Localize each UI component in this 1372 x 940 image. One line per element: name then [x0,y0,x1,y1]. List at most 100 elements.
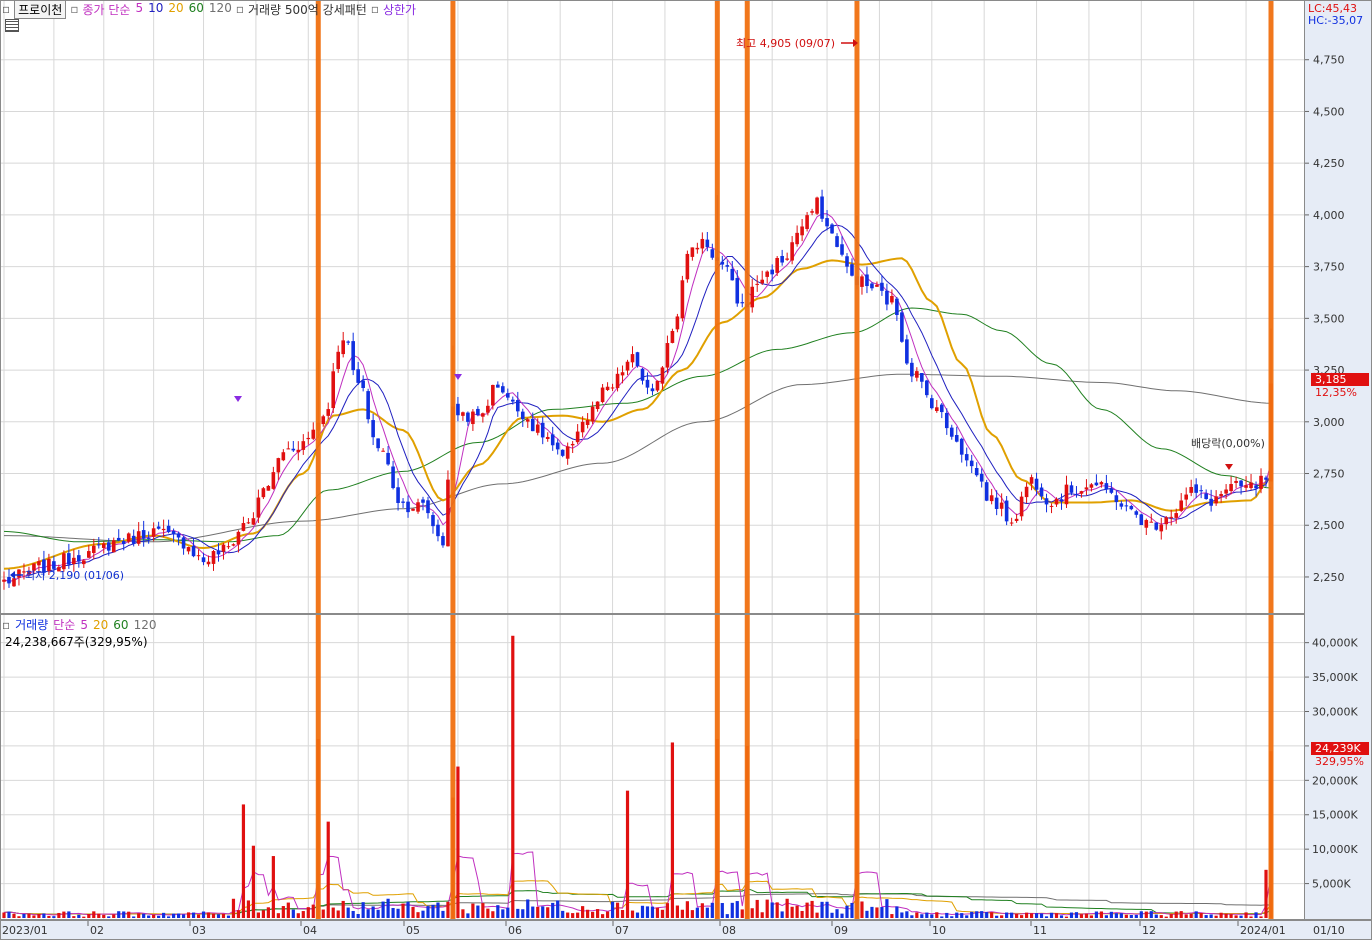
candle-body [735,278,740,304]
ma-legend-item[interactable]: 120 [209,1,232,18]
volume-bar [725,914,729,918]
candle-body [196,555,201,557]
candle-body [1259,475,1263,489]
volume-bar [1069,912,1074,918]
volume-bar [1089,915,1094,918]
ma-legend-item[interactable]: 5 [135,1,143,18]
instrument-name[interactable]: 프로이천 [14,0,67,19]
ma-legend-item[interactable]: 20 [168,1,183,18]
candle-body [1219,494,1223,497]
candle-body [974,468,979,476]
volume-bar [680,909,684,918]
volume-bar [261,910,265,918]
stock-chart[interactable]: 2,2502,5002,7503,0003,2503,5003,7504,000… [0,0,1372,940]
volume-bar [501,909,505,918]
volume-bar [720,903,724,918]
candle-body [555,442,560,450]
volume-bar [980,911,984,918]
volume-bar [32,915,36,918]
volume-bar [37,913,41,918]
volume-bar [47,915,51,918]
volume-bar [1049,912,1054,918]
candle-body [411,508,415,511]
volume-bar [186,912,191,918]
candle-body [760,279,765,284]
signal-bar [714,1,720,919]
volume-bar [536,906,540,918]
candle-body [1094,482,1099,486]
candle-body [895,298,899,315]
date-tick-label: 01/10 [1313,924,1345,937]
price-tick-label: 2,500 [1313,519,1345,532]
candle-body [366,391,370,420]
volume-ma-legend-item[interactable]: 60 [113,618,128,632]
volume-bar [406,901,410,918]
svg-text:최저 2,190 (01/06): 최저 2,190 (01/06) [25,569,124,582]
date-tick-label: 05 [406,924,420,937]
volume-bar [1189,913,1193,918]
volume-bar [1174,911,1178,918]
candle-body [296,449,301,453]
volume-bar [1159,915,1163,918]
candle-body [600,387,605,403]
volume-bar [476,905,480,918]
volume-bar [790,906,794,918]
candle-body [675,316,680,330]
candle-body [1149,521,1154,523]
volume-bar [840,913,844,918]
volume-bar [860,901,864,918]
ma-legend-item[interactable]: 60 [189,1,204,18]
volume-bar [1019,915,1024,918]
ma-legend[interactable]: 종가 단순 5 10 20 60 120 [82,1,231,18]
volume-bar [1219,912,1223,918]
volume-ma-legend-item[interactable]: 5 [80,618,88,632]
candle-body [456,403,460,416]
volume-bar [800,910,804,918]
volume-bar [137,913,141,918]
volume-bar [326,821,330,918]
volume-bar [600,914,605,918]
candle-body [595,401,600,410]
candle-body [52,561,56,569]
volume-bar [835,909,839,918]
volume-ma-legend-item[interactable]: 20 [93,618,108,632]
volume-bar [127,911,131,918]
limit-up-label[interactable]: 상한가 [383,1,416,18]
volume-ma-legend-item[interactable]: 120 [134,618,157,632]
ma-legend-item[interactable]: 10 [148,1,163,18]
volume-filter-label[interactable]: 거래량 500억 강세패턴 [248,1,367,18]
volume-ma-label[interactable]: 단순 [53,616,75,633]
candle-body [690,247,695,257]
candle-body [1069,485,1074,493]
volume-bar [935,912,939,918]
candle-body [1109,488,1114,493]
ma120-line [4,373,1272,543]
volume-bar [77,914,81,918]
candle-body [17,569,21,578]
candle-body [146,537,151,539]
candle-body [580,421,585,433]
volume-bar [62,911,66,918]
volume-title[interactable]: 거래량 [15,616,48,633]
candle-body [1224,489,1228,494]
ma-legend-item[interactable]: 종가 단순 [82,1,130,18]
candle-body [1144,520,1149,528]
volume-bar [1144,911,1148,918]
candle-body [371,420,375,438]
volume-bar [645,906,650,918]
candle-body [1099,482,1104,485]
signal-bar [744,1,750,919]
volume-bar [630,910,635,918]
candle-body [161,528,166,531]
table-icon[interactable] [5,19,19,32]
volume-bar [167,916,171,918]
volume-bar [1229,914,1233,918]
volume-bar [1039,913,1044,918]
candle-body [1044,498,1049,505]
date-tick-label: 02 [90,924,104,937]
volume-ma-legend[interactable]: 5 20 60 120 [80,618,156,632]
volume-bar [511,635,515,918]
volume-bar [690,910,694,918]
volume-bar [1194,911,1198,918]
volume-bar [132,916,136,918]
